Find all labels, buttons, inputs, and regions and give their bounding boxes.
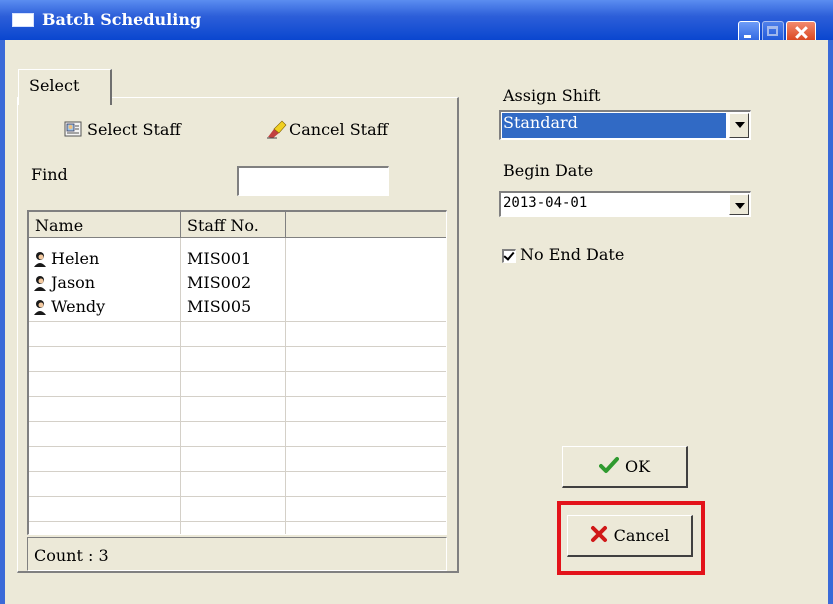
- grid-line: [29, 396, 446, 397]
- ok-button[interactable]: OK: [562, 446, 688, 488]
- grid-line: [29, 521, 446, 522]
- chevron-down-icon[interactable]: [729, 194, 749, 215]
- no-end-date-label: No End Date: [520, 245, 625, 264]
- column-header-staff-no[interactable]: Staff No.: [181, 212, 286, 238]
- window-icon: [12, 13, 34, 27]
- assign-shift-value: Standard: [503, 113, 578, 132]
- select-staff-label: Select Staff: [87, 119, 181, 139]
- assign-shift-label: Assign Shift: [503, 86, 601, 105]
- staff-no: MIS002: [187, 273, 252, 292]
- count-text: Count : 3: [34, 546, 109, 565]
- title-bar[interactable]: Batch Scheduling: [0, 0, 833, 43]
- checkmark-icon: [598, 456, 619, 478]
- staff-list[interactable]: Name Staff No. Helen MIS001 Jason MIS002: [27, 210, 447, 535]
- staff-name: Helen: [51, 249, 100, 268]
- person-icon: [33, 299, 47, 315]
- staff-name: Wendy: [51, 297, 106, 316]
- select-staff-button[interactable]: Select Staff: [63, 119, 181, 139]
- list-cell-name: Helen: [33, 249, 99, 268]
- list-cell-name: Wendy: [33, 297, 105, 316]
- cancel-staff-button[interactable]: Cancel Staff: [265, 119, 388, 139]
- list-row[interactable]: Helen MIS001: [29, 248, 446, 270]
- list-cell-name: Jason: [33, 273, 95, 292]
- find-label: Find: [31, 165, 68, 184]
- grid-line: [29, 321, 446, 322]
- staff-name: Jason: [51, 273, 96, 292]
- list-row[interactable]: Wendy MIS005: [29, 296, 446, 318]
- select-staff-icon: [63, 119, 85, 139]
- person-icon: [33, 275, 47, 291]
- tab-select[interactable]: Select: [18, 69, 112, 105]
- person-icon: [33, 251, 47, 267]
- count-status: Count : 3: [27, 537, 447, 571]
- find-input[interactable]: [237, 166, 389, 196]
- grid-line: [29, 471, 446, 472]
- cancel-staff-label: Cancel Staff: [289, 119, 389, 139]
- begin-date-label: Begin Date: [503, 161, 594, 180]
- list-row[interactable]: Jason MIS002: [29, 272, 446, 294]
- tab-select-label: Select: [29, 76, 80, 95]
- highlight-box: [557, 501, 705, 575]
- begin-date-value: 2013-04-01: [503, 195, 588, 211]
- window-title: Batch Scheduling: [42, 10, 202, 29]
- grid-line: [29, 496, 446, 497]
- column-header-empty[interactable]: [286, 212, 446, 238]
- staff-no: MIS005: [187, 297, 252, 316]
- grid-line: [29, 371, 446, 372]
- grid-line: [29, 421, 446, 422]
- no-end-date-checkbox[interactable]: [502, 249, 516, 263]
- chevron-down-icon[interactable]: [729, 113, 749, 138]
- staff-no: MIS001: [187, 249, 252, 268]
- grid-line: [29, 346, 446, 347]
- eraser-icon: [265, 119, 287, 139]
- assign-shift-select[interactable]: Standard: [499, 110, 751, 140]
- begin-date-picker[interactable]: 2013-04-01: [499, 191, 751, 217]
- grid-line: [29, 446, 446, 447]
- column-header-name[interactable]: Name: [29, 212, 181, 238]
- ok-label: OK: [624, 457, 651, 476]
